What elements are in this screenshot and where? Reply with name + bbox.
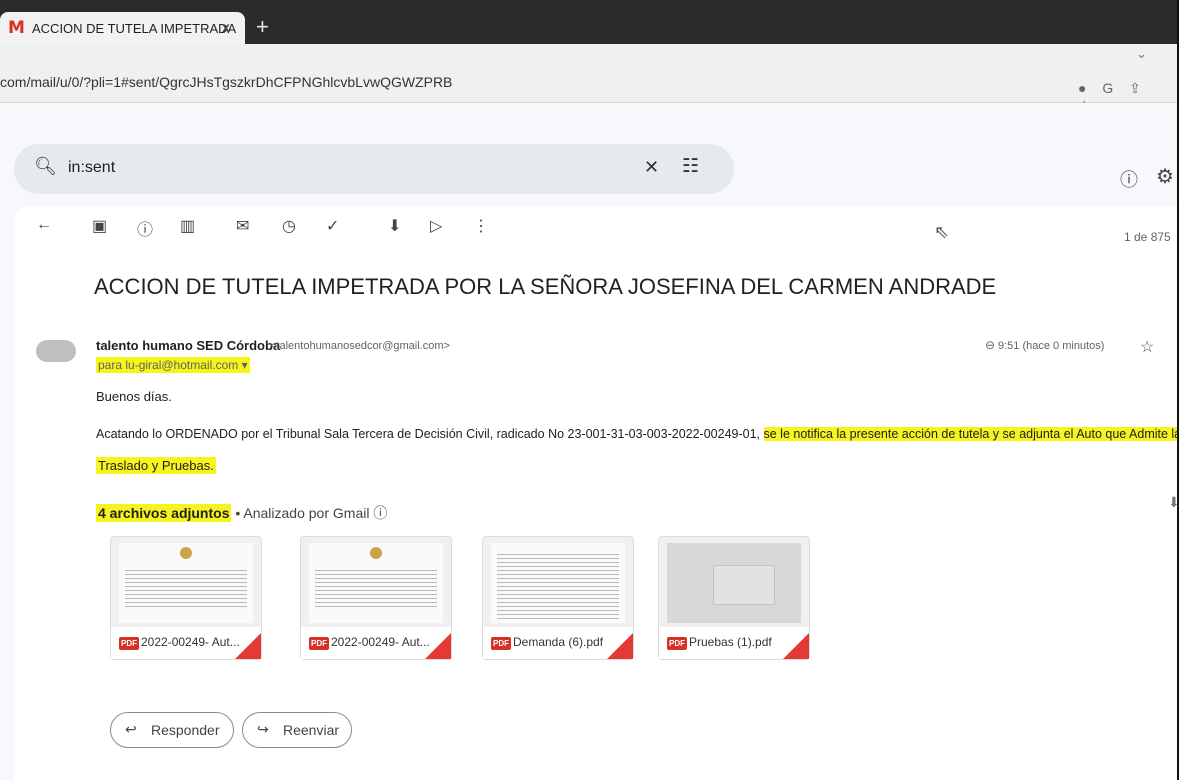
back-arrow-icon[interactable]: ← (36, 216, 52, 234)
reply-button[interactable]: ↩ Responder (110, 712, 234, 748)
attachments-count: 4 archivos adjuntos (96, 504, 232, 522)
move-to-icon[interactable]: ⬇ (388, 216, 401, 236)
extension-icon[interactable]: ● (1078, 80, 1086, 96)
clear-search-icon[interactable]: ✕ (644, 157, 659, 178)
pdf-icon: PDF (309, 637, 329, 650)
mark-unread-icon[interactable]: ✉ (236, 216, 249, 236)
attachment-name: 2022-00249- Aut... (331, 635, 430, 649)
email-subject: ACCION DE TUTELA IMPETRADA POR LA SEÑORA… (94, 274, 997, 299)
browser-tab-bar: M ACCION DE TUTELA IMPETRADA x + (0, 0, 1179, 44)
attachment-thumbnail (309, 543, 443, 623)
body-highlighted-text: se le notifica la presente acción de tut… (763, 427, 1179, 441)
gear-icon[interactable]: ⚙ (1156, 164, 1174, 189)
attachments-header: 4 archivos adjuntos • Analizado por Gmai… (96, 503, 387, 523)
sender-email: <talentohumanosedcor@gmail.com> (270, 340, 450, 352)
coat-of-arms-icon (180, 547, 192, 559)
tab-close-icon[interactable]: x (222, 19, 230, 35)
attachment-thumbnail (119, 543, 253, 623)
forward-button[interactable]: ↪ Reenviar (242, 712, 352, 748)
forward-label: Reenviar (283, 722, 340, 738)
email-time: 9:51 (hace 0 minutos) (998, 340, 1105, 352)
browser-tab[interactable]: M ACCION DE TUTELA IMPETRADA x (0, 12, 245, 44)
attachment-name: Demanda (6).pdf (513, 635, 604, 649)
attachment-name: 2022-00249- Aut... (141, 635, 240, 649)
star-icon[interactable]: ☆ (1140, 337, 1154, 357)
attachment-corner-icon (783, 633, 809, 659)
add-task-icon[interactable]: ✓ (326, 216, 339, 236)
forward-icon: ↪ (257, 721, 269, 737)
pdf-icon: PDF (119, 637, 139, 650)
attachment-card[interactable]: PDF Pruebas (1).pdf (658, 536, 810, 660)
attachment-corner-icon (425, 633, 451, 659)
attachment-corner-icon (235, 633, 261, 659)
share-icon[interactable]: ⇪ (1129, 80, 1141, 96)
search-options-icon[interactable]: ☷ (682, 155, 699, 178)
sender-name[interactable]: talento humano SED Córdoba (96, 338, 280, 353)
email-body-line1: Acatando lo ORDENADO por el Tribunal Sal… (96, 427, 1179, 441)
pdf-icon: PDF (491, 637, 511, 650)
attachment-card[interactable]: PDF 2022-00249- Aut... (110, 536, 262, 660)
attachment-card[interactable]: PDF Demanda (6).pdf (482, 536, 634, 660)
tab-search-chevron-icon[interactable]: ⌄ (1136, 46, 1147, 62)
delete-icon[interactable]: ▥ (180, 216, 195, 236)
attachment-thumbnail (667, 543, 801, 623)
new-tab-button[interactable]: + (256, 14, 269, 40)
google-icon[interactable]: G (1102, 80, 1113, 96)
snooze-icon[interactable]: ◷ (282, 216, 296, 236)
search-icon[interactable]: 🔍︎ (34, 156, 57, 177)
recipient-dropdown[interactable]: para lu-giral@hotmail.com ▾ (96, 357, 250, 373)
attachment-thumbnail (491, 543, 625, 623)
label-icon[interactable]: ▷ (430, 216, 442, 236)
coat-of-arms-icon (370, 547, 382, 559)
search-input[interactable]: in:sent (68, 159, 115, 177)
scanned-by-gmail[interactable]: • Analizado por Gmail ⓘ (235, 505, 387, 521)
reply-label: Responder (151, 722, 220, 738)
email-greeting: Buenos días. (96, 389, 172, 404)
pdf-icon: PDF (667, 637, 687, 650)
label-tag-icon: ⊖ (985, 338, 996, 352)
search-bar[interactable]: 🔍︎ in:sent ✕ ☷ (14, 144, 734, 194)
attachment-card[interactable]: PDF 2022-00249- Aut... (300, 536, 452, 660)
sender-avatar[interactable] (36, 340, 76, 362)
help-icon[interactable]: ⓘ (1120, 166, 1138, 192)
archive-icon[interactable]: ▣ (92, 216, 107, 236)
message-counter: 1 de 875 (1124, 230, 1171, 244)
report-spam-icon[interactable]: ⓘ (137, 216, 153, 240)
attachment-corner-icon (607, 633, 633, 659)
reply-icon: ↩ (125, 721, 137, 737)
address-bar: com/mail/u/0/?pli=1#sent/QgrcJHsTgszkrDh… (0, 44, 1179, 103)
id-card-image (713, 565, 775, 605)
more-options-icon[interactable]: ⋮ (473, 216, 489, 236)
mouse-cursor-icon: ⇖ (934, 222, 950, 242)
body-text: Acatando lo ORDENADO por el Tribunal Sal… (96, 427, 764, 441)
attachment-name: Pruebas (1).pdf (689, 635, 772, 649)
email-body-line2: Traslado y Pruebas. (96, 457, 216, 474)
gmail-logo-icon: M (8, 18, 25, 38)
url-field[interactable]: com/mail/u/0/?pli=1#sent/QgrcJHsTgszkrDh… (0, 74, 452, 90)
tab-title: ACCION DE TUTELA IMPETRADA (32, 21, 237, 36)
